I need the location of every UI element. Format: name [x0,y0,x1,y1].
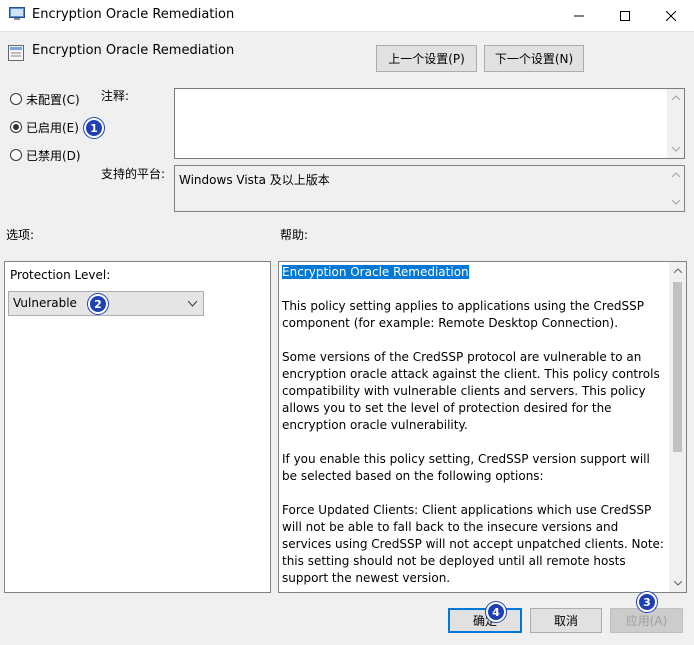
help-paragraph: Some versions of the CredSSP protocol ar… [282,350,660,432]
comment-label: 注释: [101,89,130,103]
previous-setting-button[interactable]: 上一个设置(P) [376,45,477,72]
protection-level-label: Protection Level: [10,268,111,282]
protection-level-value: Vulnerable [13,296,77,310]
radio-not-configured-label: 未配置(C) [26,93,80,107]
ok-button[interactable]: 确定 [448,608,522,633]
platform-scrollbar[interactable] [667,166,684,211]
cancel-button[interactable]: 取消 [530,608,602,633]
help-paragraph: Force Updated Clients: Client applicatio… [282,503,664,585]
help-paragraph: If you enable this policy setting, CredS… [282,452,650,483]
minimize-icon [574,15,584,16]
next-setting-button[interactable]: 下一个设置(N) [484,45,584,72]
close-icon [666,10,676,21]
help-text: Encryption Oracle Remediation This polic… [282,264,665,590]
close-button[interactable] [648,0,694,31]
policy-icon [9,7,25,20]
scroll-down-icon[interactable] [669,575,686,592]
options-panel: Protection Level: Vulnerable [4,261,271,593]
setting-title: Encryption Oracle Remediation [32,43,235,58]
help-heading: Encryption Oracle Remediation [282,265,469,279]
radio-disabled-label: 已禁用(D) [26,149,81,163]
scroll-up-icon[interactable] [669,262,686,279]
comment-scrollbar[interactable] [667,89,684,158]
setting-icon [8,45,24,61]
radio-not-configured[interactable] [10,93,22,105]
help-label: 帮助: [280,228,309,242]
title-bar: Encryption Oracle Remediation [0,0,694,32]
radio-enabled[interactable] [10,121,22,133]
help-panel: Encryption Oracle Remediation This polic… [278,261,687,593]
minimize-button[interactable] [556,0,602,31]
maximize-button[interactable] [602,0,648,31]
comment-textarea[interactable] [174,88,685,159]
radio-disabled[interactable] [10,149,22,161]
annotation-badge-1: 1 [84,118,104,138]
annotation-badge-2: 2 [88,294,108,314]
scroll-up-icon[interactable] [667,166,684,183]
scrollbar-thumb[interactable] [673,282,682,452]
chevron-down-icon [188,301,197,307]
annotation-badge-4: 4 [486,602,506,622]
radio-enabled-label: 已启用(E) [26,121,79,135]
platform-field: Windows Vista 及以上版本 [174,165,685,212]
help-scrollbar[interactable] [669,262,686,592]
annotation-badge-3: 3 [637,592,657,612]
help-paragraph: This policy setting applies to applicati… [282,299,644,330]
window-title: Encryption Oracle Remediation [32,7,235,22]
options-label: 选项: [6,228,35,242]
scroll-down-icon[interactable] [667,194,684,211]
scroll-down-icon[interactable] [667,141,684,158]
scroll-up-icon[interactable] [667,89,684,106]
platform-value: Windows Vista 及以上版本 [179,173,330,187]
maximize-icon [620,10,630,21]
platform-label: 支持的平台: [101,167,166,181]
